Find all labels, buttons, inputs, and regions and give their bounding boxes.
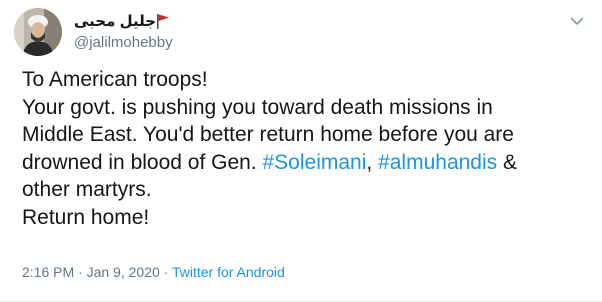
tweet-text: To American troops! Your govt. is pushin… <box>22 66 582 231</box>
avatar[interactable] <box>14 8 62 56</box>
tweet-date-link[interactable]: Jan 9, 2020 <box>87 264 160 280</box>
tweet-line-1: To American troops! <box>22 68 208 91</box>
hashtag-almuhandis-link[interactable]: #almuhandis <box>378 151 497 174</box>
meta-separator: · <box>78 264 83 280</box>
user-info: جلیل محبی @jalilmohebby <box>74 10 173 51</box>
tweet-line-2: Your govt. is pushing you toward death m… <box>22 95 493 119</box>
tweet-line-4-end: & <box>497 150 518 174</box>
hashtag-soleimani-link[interactable]: #Soleimani <box>263 151 367 174</box>
hashtag-separator: , <box>366 150 379 174</box>
tweet-line-4: drowned in blood of Gen. #Soleimani, #al… <box>22 149 582 177</box>
tweet-source-link[interactable]: Twitter for Android <box>172 264 285 280</box>
tweet-line-6: Return home! <box>22 205 150 229</box>
tweet-meta: 2:16 PM · Jan 9, 2020 · Twitter for Andr… <box>22 264 285 280</box>
tweet-line-3: Middle East. You'd better return home be… <box>22 123 514 146</box>
tweet-header: جلیل محبی @jalilmohebby <box>14 8 588 58</box>
display-name-row: جلیل محبی <box>74 10 173 32</box>
tweet-line-4-text: drowned in blood of Gen. <box>22 150 263 174</box>
meta-separator-2: · <box>163 264 169 280</box>
display-name[interactable]: جلیل محبی <box>74 12 156 30</box>
user-handle[interactable]: @jalilmohebby <box>74 34 173 51</box>
chevron-down-icon[interactable] <box>568 12 586 30</box>
tweet-card: جلیل محبی @jalilmohebby To American troo… <box>0 0 602 302</box>
tweet-time-link[interactable]: 2:16 PM <box>22 264 74 280</box>
tweet-line-5: other martyrs. <box>22 178 152 201</box>
avatar-image <box>14 8 62 56</box>
iran-flag-icon <box>156 13 170 29</box>
